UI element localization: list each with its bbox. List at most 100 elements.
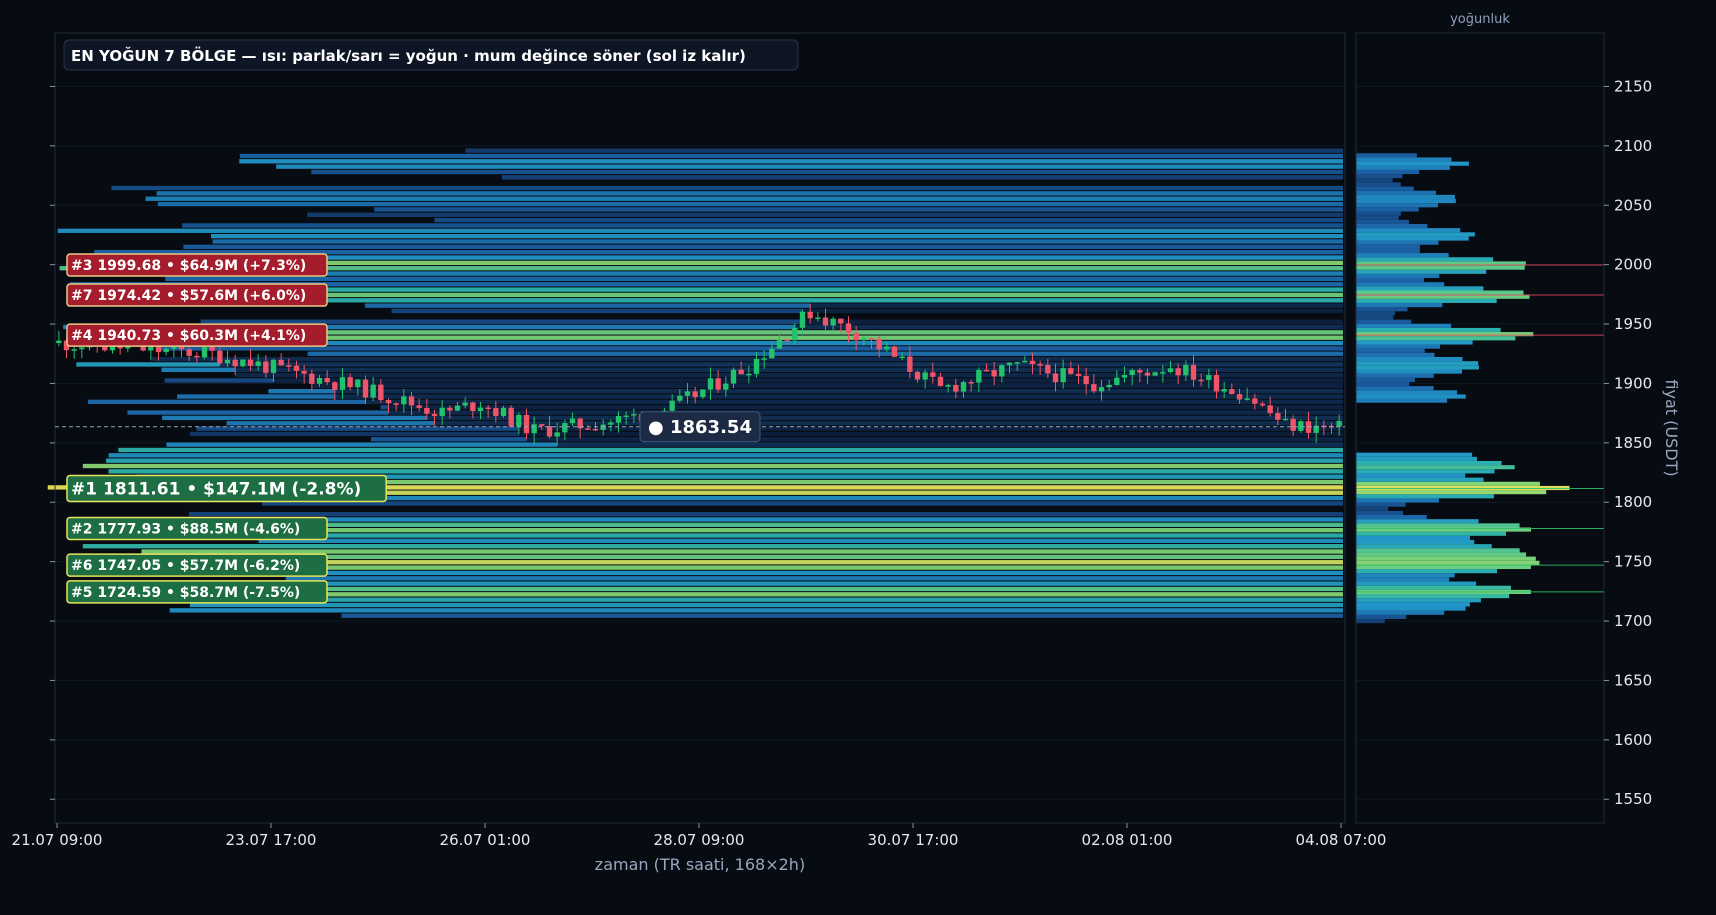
candle-body	[163, 348, 169, 353]
candle-body	[523, 415, 530, 434]
chart-title: EN YOĞUN 7 BÖLGE — ısı: parlak/sarı = yo…	[71, 46, 746, 65]
candle-body	[431, 413, 438, 417]
candle-body	[1213, 375, 1220, 392]
candle-body	[408, 396, 415, 406]
heat-band-trail	[268, 389, 335, 394]
y-tick-label: 1750	[1614, 553, 1652, 571]
heat-band	[285, 576, 1344, 581]
profile-bar	[1356, 215, 1399, 220]
candle-body	[477, 407, 484, 412]
profile-bar	[1356, 223, 1428, 229]
candle-body	[309, 373, 315, 384]
candle-body	[991, 370, 997, 377]
candle-body	[1029, 360, 1036, 365]
heat-band	[82, 544, 1343, 549]
y-axis-label: fiyat (USDT)	[1662, 379, 1681, 476]
heat-band	[183, 244, 1343, 250]
heat-band-faded	[426, 415, 1343, 421]
candle-body	[853, 332, 859, 341]
profile-bar	[1356, 319, 1412, 324]
heat-band-trail	[226, 421, 435, 426]
heat-band-trail	[76, 362, 220, 367]
zone-label: #4 1940.73 • $60.3M (+4.1%)	[71, 328, 306, 344]
y-tick-label: 2000	[1614, 256, 1652, 274]
heat-band	[258, 538, 1343, 544]
y-tick-label: 1550	[1614, 790, 1652, 808]
candle-body	[1282, 418, 1289, 421]
candle-body	[385, 399, 392, 404]
candle-body	[884, 346, 890, 350]
profile-bar	[1356, 336, 1516, 341]
profile-bar	[1356, 560, 1540, 565]
candle-body	[1083, 375, 1089, 385]
heat-band	[212, 239, 1344, 244]
heat-band-faded	[334, 389, 1343, 394]
profile-bar	[1356, 460, 1502, 466]
candle-body	[569, 418, 576, 424]
profile-bar	[1356, 307, 1408, 312]
profile-bar	[1356, 302, 1443, 308]
candle-body	[194, 355, 200, 358]
candle-body	[838, 318, 844, 324]
heat-band-faded	[557, 442, 1343, 447]
y-tick-label: 1900	[1614, 374, 1652, 392]
profile-bar	[1356, 577, 1450, 582]
candle-body	[1068, 368, 1074, 374]
y-tick-label: 1600	[1614, 731, 1652, 749]
candle-body	[922, 372, 928, 380]
candle-body	[201, 346, 208, 358]
x-tick-label: 26.07 01:00	[440, 831, 531, 849]
candle-body	[1252, 398, 1258, 404]
heat-band-trail	[189, 431, 519, 437]
candle-body	[209, 346, 215, 351]
candle-body	[370, 384, 376, 398]
heat-band	[108, 469, 1343, 474]
profile-bar	[1356, 456, 1478, 461]
candle-body	[815, 317, 821, 319]
heat-band	[374, 207, 1343, 212]
candle-body	[600, 424, 606, 430]
heat-band	[307, 351, 1344, 356]
candle-body	[416, 405, 422, 408]
heat-band	[293, 255, 1343, 260]
candle-body	[799, 311, 806, 328]
candle-body	[1106, 384, 1112, 388]
candle-body	[914, 371, 921, 380]
candle-body	[232, 359, 238, 367]
profile-bar	[1356, 311, 1395, 316]
chart: 1550 1600 1650 1700 1750 1800 1850 1900 1950 2000…	[0, 0, 1716, 915]
profile-bar	[1356, 219, 1409, 224]
candle-body	[1167, 368, 1174, 373]
candle-body	[186, 349, 192, 356]
candle-body	[316, 377, 323, 384]
x-tick-label: 30.07 17:00	[868, 831, 959, 849]
candle-body	[1121, 375, 1128, 378]
profile-bar	[1356, 573, 1455, 578]
candle-body	[339, 377, 346, 390]
candle-body	[401, 396, 407, 405]
y-tick-label: 1850	[1614, 434, 1652, 452]
heat-band-trail	[370, 437, 527, 442]
candle-body	[546, 425, 553, 437]
profile-bar	[1356, 465, 1515, 470]
candle-body	[1290, 418, 1296, 431]
candle-body	[930, 372, 936, 377]
candle-body	[424, 407, 430, 414]
candle-body	[1206, 375, 1212, 380]
heat-band	[108, 453, 1343, 458]
heat-band	[141, 549, 1344, 554]
profile-bar	[1356, 340, 1473, 345]
heat-band	[157, 201, 1344, 207]
heat-band	[165, 276, 1343, 282]
candle-body	[1098, 387, 1105, 392]
heat-band	[57, 228, 1344, 233]
candle-body	[1221, 389, 1227, 392]
profile-bar	[1356, 481, 1540, 486]
profile-bar	[1356, 290, 1524, 295]
candle-body	[355, 379, 361, 388]
profile-bar	[1356, 232, 1475, 237]
candle-body	[217, 350, 223, 364]
profile-bar	[1356, 211, 1401, 216]
candle-body	[876, 338, 882, 350]
profile-bar	[1356, 178, 1393, 183]
